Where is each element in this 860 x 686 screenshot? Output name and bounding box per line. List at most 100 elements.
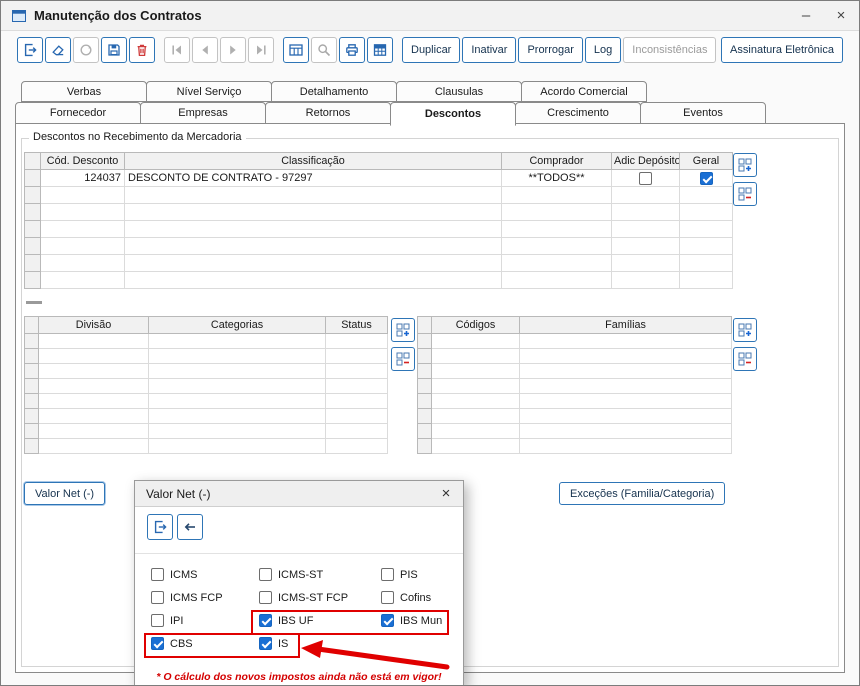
checkbox-ibs-uf[interactable]: IBS UF xyxy=(259,614,381,627)
checkbox-icms-fcp[interactable]: ICMS FCP xyxy=(151,591,259,604)
excecoes-familia-categoria-button[interactable]: Exceções (Familia/Categoria) xyxy=(559,482,726,505)
division-remove-button[interactable] xyxy=(391,347,415,371)
first-record-button[interactable] xyxy=(164,37,190,63)
last-record-icon xyxy=(257,45,266,55)
discount-row[interactable]: 124037 DESCONTO DE CONTRATO - 97297 **TO… xyxy=(24,169,733,187)
tab-retornos[interactable]: Retornos xyxy=(265,102,391,124)
grid-add-icon xyxy=(738,323,751,336)
checkbox-box xyxy=(381,591,394,604)
dialog-toolbar xyxy=(147,514,203,540)
refresh-button[interactable] xyxy=(73,37,99,63)
empty-row xyxy=(24,186,733,204)
checkbox-box xyxy=(151,568,164,581)
dialog-exit-button[interactable] xyxy=(147,514,173,540)
grid-remove-icon xyxy=(738,352,751,365)
dialog-footnote: * O cálculo dos novos impostos ainda não… xyxy=(156,671,442,683)
checkbox-label: Cofins xyxy=(400,591,432,604)
empty-row xyxy=(24,378,388,394)
floppy-disk-icon xyxy=(108,44,120,56)
grid-remove-icon xyxy=(396,352,409,365)
tab-eventos[interactable]: Eventos xyxy=(640,102,766,124)
col-header-divisao: Divisão xyxy=(38,316,149,334)
minimize-button[interactable]: – xyxy=(792,4,820,28)
toolbar: Duplicar Inativar Prorrogar Log Inconsis… xyxy=(17,36,843,64)
checkbox-label: ICMS-ST xyxy=(278,568,324,581)
tab-row-1: Verbas Nível Serviço Detalhamento Clausu… xyxy=(21,81,647,102)
checkbox-icms[interactable]: ICMS xyxy=(151,568,259,581)
families-add-button[interactable] xyxy=(733,318,757,342)
tab-empresas[interactable]: Empresas xyxy=(140,102,266,124)
empty-row xyxy=(24,254,733,272)
families-remove-button[interactable] xyxy=(733,347,757,371)
tab-descontos[interactable]: Descontos xyxy=(390,102,516,126)
tab-row-2: Fornecedor Empresas Retornos Descontos C… xyxy=(15,102,766,126)
empty-row xyxy=(24,423,388,439)
assinatura-eletronica-button[interactable]: Assinatura Eletrônica xyxy=(721,37,843,63)
checkbox-label: IBS UF xyxy=(278,614,314,627)
empty-row xyxy=(24,363,388,379)
valor-net-dialog: Valor Net (-) × ICMS ICMS-ST PIS ICMS FC… xyxy=(134,480,464,685)
door-exit-icon xyxy=(154,520,167,534)
checkbox-cofins[interactable]: Cofins xyxy=(381,591,453,604)
grid-view-button[interactable] xyxy=(283,37,309,63)
row-selector-header xyxy=(24,316,39,334)
valor-net-button[interactable]: Valor Net (-) xyxy=(24,482,106,505)
prior-record-button[interactable] xyxy=(192,37,218,63)
last-record-button[interactable] xyxy=(248,37,274,63)
discounts-remove-button[interactable] xyxy=(733,182,757,206)
tab-verbas[interactable]: Verbas xyxy=(21,81,147,102)
discounts-add-button[interactable] xyxy=(733,153,757,177)
search-button[interactable] xyxy=(311,37,337,63)
tab-detalhamento[interactable]: Detalhamento xyxy=(271,81,397,102)
checkbox-pis[interactable]: PIS xyxy=(381,568,453,581)
inativar-button[interactable]: Inativar xyxy=(462,37,517,63)
first-record-icon xyxy=(172,45,181,55)
clear-button[interactable] xyxy=(45,37,71,63)
checkbox-icms-st[interactable]: ICMS-ST xyxy=(259,568,381,581)
next-record-icon xyxy=(230,45,236,55)
empty-row xyxy=(24,220,733,238)
tab-clausulas[interactable]: Clausulas xyxy=(396,81,522,102)
empty-row xyxy=(417,408,732,424)
close-button[interactable]: × xyxy=(827,4,855,28)
checkbox-is[interactable]: IS xyxy=(259,637,381,650)
col-header-categorias: Categorias xyxy=(148,316,326,334)
empty-row xyxy=(417,363,732,379)
tab-crescimento[interactable]: Crescimento xyxy=(515,102,641,124)
empty-row xyxy=(24,408,388,424)
next-record-button[interactable] xyxy=(220,37,246,63)
col-header-comprador: Comprador xyxy=(501,152,612,170)
checkbox-box xyxy=(381,614,394,627)
print-button[interactable] xyxy=(339,37,365,63)
checkbox-icms-st-fcp[interactable]: ICMS-ST FCP xyxy=(259,591,381,604)
dialog-back-button[interactable] xyxy=(177,514,203,540)
magnifier-icon xyxy=(318,44,331,57)
exit-button[interactable] xyxy=(17,37,43,63)
dialog-close-button[interactable]: × xyxy=(435,483,457,505)
splitter-handle[interactable] xyxy=(26,301,42,304)
checkbox-ipi[interactable]: IPI xyxy=(151,614,259,627)
dialog-title: Valor Net (-) xyxy=(146,486,211,501)
grid-remove-icon xyxy=(738,187,751,200)
grid-add-icon xyxy=(396,323,409,336)
log-button[interactable]: Log xyxy=(584,37,622,63)
adic-deposito-checkbox[interactable] xyxy=(639,171,652,185)
empty-row xyxy=(417,438,732,454)
checkbox-cbs[interactable]: CBS xyxy=(151,637,259,650)
delete-button[interactable] xyxy=(129,37,155,63)
duplicar-button[interactable]: Duplicar xyxy=(402,37,461,63)
division-add-button[interactable] xyxy=(391,318,415,342)
empty-row xyxy=(417,423,732,439)
tab-fornecedor[interactable]: Fornecedor xyxy=(15,102,141,124)
discounts-grid: Cód. Desconto Classificação Comprador Ad… xyxy=(24,152,733,289)
inconsistencias-button[interactable]: Inconsistências xyxy=(623,37,717,63)
save-button[interactable] xyxy=(101,37,127,63)
schedule-button[interactable] xyxy=(367,37,393,63)
geral-checkbox[interactable] xyxy=(699,171,713,185)
col-header-adic-deposito: Adic Depósito xyxy=(611,152,680,170)
window-title: Manutenção dos Contratos xyxy=(34,8,202,23)
tab-nivel-servico[interactable]: Nível Serviço xyxy=(146,81,272,102)
tab-acordo-comercial[interactable]: Acordo Comercial xyxy=(521,81,647,102)
prorrogar-button[interactable]: Prorrogar xyxy=(518,37,583,63)
checkbox-ibs-mun[interactable]: IBS Mun xyxy=(381,614,453,627)
